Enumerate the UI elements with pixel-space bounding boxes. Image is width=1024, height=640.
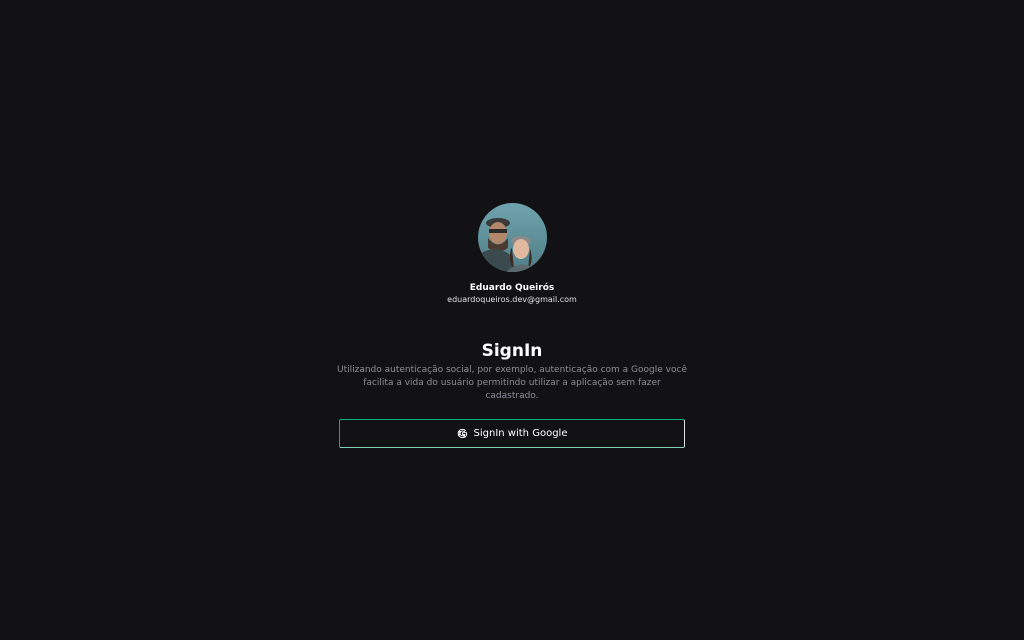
google-icon [457, 428, 467, 439]
user-name: Eduardo Queirós [469, 283, 555, 293]
signin-section: SignIn Utilizando autenticação social, p… [0, 340, 1024, 448]
signin-with-google-label: SignIn with Google [473, 428, 568, 439]
avatar [477, 203, 547, 272]
user-email: eduardoqueiros.dev@gmail.com [447, 295, 577, 304]
page-title: SignIn [481, 341, 543, 361]
signin-description: Utilizando autenticação social, por exem… [337, 365, 687, 401]
signin-page: Eduardo Queirós eduardoqueiros.dev@gmail… [0, 0, 1024, 640]
user-profile: Eduardo Queirós eduardoqueiros.dev@gmail… [0, 203, 1024, 306]
signin-with-google-button[interactable]: SignIn with Google [339, 419, 685, 448]
